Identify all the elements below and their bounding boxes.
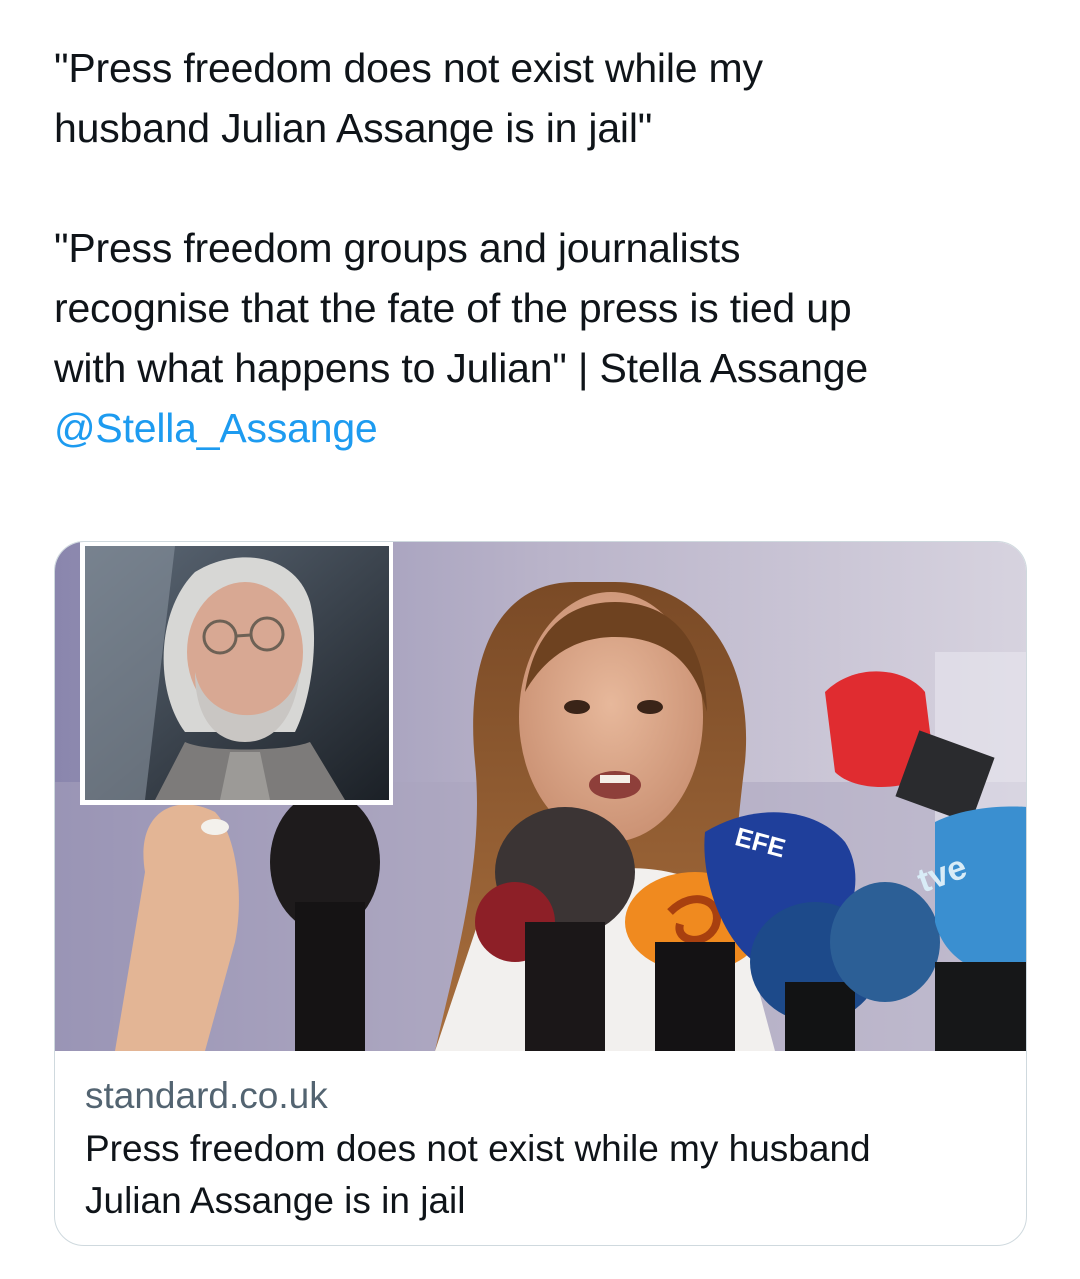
tweet-text: "Press freedom does not exist while my h… (54, 38, 1044, 458)
tweet-paragraph-2: "Press freedom groups and journalists re… (54, 225, 868, 391)
card-title[interactable]: Press freedom does not exist while my hu… (85, 1123, 1005, 1227)
card-image[interactable]: EFE tve (55, 542, 1026, 1051)
tweet-paragraph-1: "Press freedom does not exist while my h… (54, 45, 763, 151)
press-conference-photo: EFE tve (55, 542, 1026, 1051)
card-body: standard.co.uk Press freedom does not ex… (85, 1069, 1005, 1227)
link-preview-card[interactable]: EFE tve standard.co.uk Press freedom doe… (54, 541, 1027, 1246)
mention-link[interactable]: @Stella_Assange (54, 405, 378, 451)
card-domain: standard.co.uk (85, 1075, 328, 1116)
